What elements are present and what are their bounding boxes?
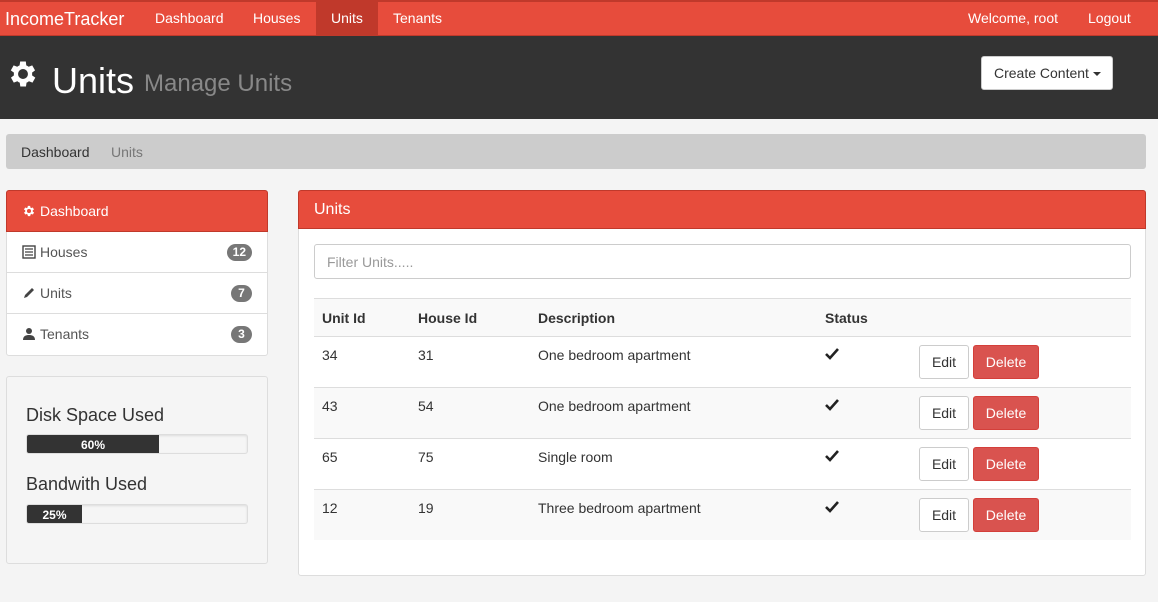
sidebar-item-label: Tenants [40, 326, 90, 342]
delete-button[interactable]: Delete [973, 396, 1039, 430]
edit-button[interactable]: Edit [919, 396, 969, 430]
house-id-cell: 19 [418, 500, 434, 516]
count-badge: 3 [231, 326, 252, 343]
check-icon [825, 348, 839, 360]
nav-houses[interactable]: Houses [238, 2, 315, 36]
sidebar-item-label: Units [40, 285, 72, 301]
create-content-label: Create Content [994, 65, 1089, 81]
edit-button[interactable]: Edit [919, 498, 969, 532]
edit-button[interactable]: Edit [919, 447, 969, 481]
delete-button[interactable]: Delete [973, 447, 1039, 481]
house-id-cell: 31 [418, 347, 434, 363]
bandwidth-label: Bandwith Used [26, 474, 148, 494]
check-icon [825, 399, 839, 411]
delete-button[interactable]: Delete [973, 345, 1039, 379]
welcome-user[interactable]: Welcome, root [953, 2, 1073, 36]
table-row: 34 31 One bedroom apartment Edit Delete [314, 336, 1131, 387]
count-badge: 7 [231, 285, 252, 302]
bandwidth-bar: 25% [27, 505, 82, 523]
column-header[interactable]: Status [825, 310, 868, 326]
unit-id-cell: 65 [322, 449, 338, 465]
check-icon [825, 501, 839, 513]
table-header: Unit Id House Id Description Status [314, 298, 1131, 336]
page-subtitle: Manage Units [144, 70, 293, 97]
units-panel: Units Unit Id House Id Description Statu… [298, 190, 1146, 576]
breadcrumb: Dashboard Units [6, 134, 1146, 169]
count-badge: 12 [226, 244, 252, 261]
edit-button[interactable]: Edit [919, 345, 969, 379]
table-row: 65 75 Single room Edit Delete [314, 438, 1131, 489]
brand-logo[interactable]: IncomeTracker [5, 9, 124, 30]
unit-id-cell: 34 [322, 347, 338, 363]
house-id-cell: 75 [418, 449, 434, 465]
description-cell: One bedroom apartment [538, 398, 691, 414]
page-header: Units Manage Units Create Content [0, 36, 1158, 119]
nav-dashboard[interactable]: Dashboard [140, 2, 239, 36]
sidebar-item-houses[interactable]: Houses 12 [7, 232, 267, 273]
house-id-cell: 54 [418, 398, 434, 414]
column-header[interactable]: Description [538, 310, 615, 326]
table-row: 12 19 Three bedroom apartment Edit Delete [314, 489, 1131, 540]
create-content-button[interactable]: Create Content [981, 56, 1113, 90]
sidebar-menu: Dashboard Houses 12 Units 7 Tenants 3 [6, 190, 268, 356]
sidebar-item-tenants[interactable]: Tenants 3 [7, 314, 267, 355]
column-header[interactable]: Unit Id [322, 310, 366, 326]
pencil-icon [24, 288, 34, 298]
disk-space-label: Disk Space Used [26, 405, 165, 425]
units-table: Unit Id House Id Description Status 34 31… [314, 298, 1131, 540]
top-navbar: IncomeTracker Dashboard Houses Units Ten… [0, 0, 1158, 36]
breadcrumb-units: Units [111, 144, 143, 160]
sidebar-item-units[interactable]: Units 7 [7, 273, 267, 314]
sidebar-item-label: Dashboard [40, 203, 109, 219]
panel-title: Units [298, 190, 1146, 229]
page-title: Units [52, 60, 135, 101]
column-header[interactable]: House Id [418, 310, 477, 326]
check-icon [825, 450, 839, 462]
logout-link[interactable]: Logout [1073, 2, 1146, 36]
filter-units-input[interactable] [314, 244, 1131, 279]
gear-icon [23, 205, 35, 217]
unit-id-cell: 12 [322, 500, 338, 516]
delete-button[interactable]: Delete [973, 498, 1039, 532]
unit-id-cell: 43 [322, 398, 338, 414]
disk-space-progress: 60% [26, 434, 248, 454]
table-row: 43 54 One bedroom apartment Edit Delete [314, 387, 1131, 438]
bandwidth-progress: 25% [26, 504, 248, 524]
user-icon [23, 328, 35, 340]
breadcrumb-dashboard[interactable]: Dashboard [21, 144, 90, 160]
caret-down-icon [1092, 72, 1101, 77]
disk-space-bar: 60% [27, 435, 159, 453]
usage-stats: Disk Space Used 60% Bandwith Used 25% [6, 376, 268, 564]
sidebar-item-dashboard[interactable]: Dashboard [6, 190, 268, 232]
description-cell: Three bedroom apartment [538, 500, 701, 516]
list-icon [22, 245, 36, 259]
nav-tenants[interactable]: Tenants [378, 2, 457, 36]
gear-icon [10, 61, 36, 87]
description-cell: One bedroom apartment [538, 347, 691, 363]
nav-units[interactable]: Units [316, 2, 378, 36]
description-cell: Single room [538, 449, 613, 465]
sidebar-item-label: Houses [40, 244, 88, 260]
